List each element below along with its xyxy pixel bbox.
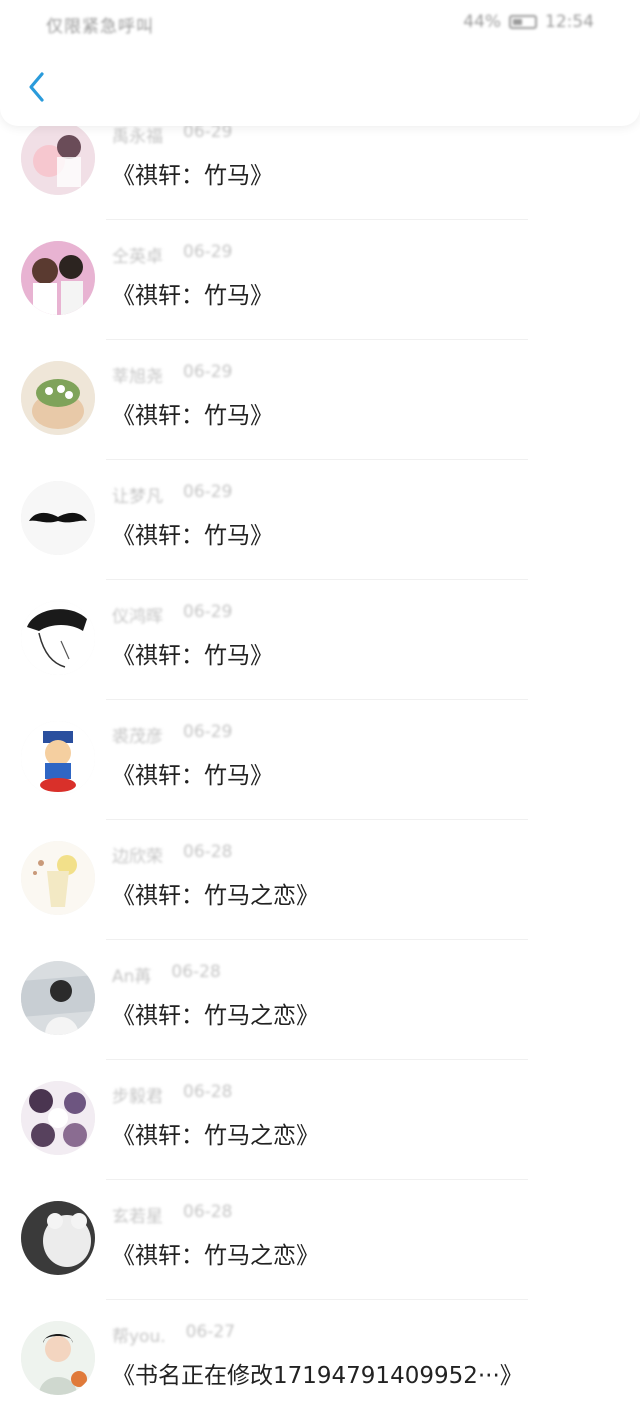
message-text: 《祺轩：竹马之恋》 <box>112 1123 319 1149</box>
avatar[interactable] <box>21 721 95 795</box>
avatar[interactable] <box>21 601 95 675</box>
message-date: 06-29 <box>183 722 233 742</box>
sender-name: 让梦凡 <box>112 487 163 507</box>
item-meta: 让梦凡 06-29 <box>112 482 232 507</box>
avatar[interactable] <box>21 121 95 195</box>
list-item[interactable]: 裘茂彦 06-29 《祺轩：竹马》 <box>0 700 640 820</box>
message-text: 《祺轩：竹马》 <box>112 523 273 549</box>
item-meta: An苒 06-28 <box>112 962 221 987</box>
list-item[interactable]: 让梦凡 06-29 《祺轩：竹马》 <box>0 460 640 580</box>
sender-name: An苒 <box>112 967 152 987</box>
avatar[interactable] <box>21 481 95 555</box>
message-text: 《祺轩：竹马》 <box>112 403 273 429</box>
message-text: 《祺轩：竹马》 <box>112 763 273 789</box>
item-meta: 玄若星 06-28 <box>112 1202 232 1227</box>
message-date: 06-28 <box>171 962 221 982</box>
sender-name: 仪鸿晖 <box>112 607 163 627</box>
item-meta: 裘茂彦 06-29 <box>112 722 232 747</box>
message-text: 《祺轩：竹马》 <box>112 283 273 309</box>
list-item[interactable]: 步毅君 06-28 《祺轩：竹马之恋》 <box>0 1060 640 1180</box>
message-date: 06-29 <box>183 482 233 502</box>
message-date: 06-28 <box>183 1082 233 1102</box>
list-item[interactable]: 仝英卓 06-29 《祺轩：竹马》 <box>0 220 640 340</box>
avatar[interactable] <box>21 961 95 1035</box>
sender-name: 帮you. <box>112 1327 166 1347</box>
avatar[interactable] <box>21 841 95 915</box>
message-list: 禹永福 06-29 《祺轩：竹马》 仝英卓 06-29 《祺轩：竹马》 莘旭尧 … <box>0 100 640 1420</box>
message-date: 06-28 <box>183 1202 233 1222</box>
item-meta: 帮you. 06-27 <box>112 1322 235 1347</box>
list-item[interactable]: 玄若星 06-28 《祺轩：竹马之恋》 <box>0 1180 640 1300</box>
avatar[interactable] <box>21 1201 95 1275</box>
list-item[interactable]: An苒 06-28 《祺轩：竹马之恋》 <box>0 940 640 1060</box>
list-item[interactable]: 仪鸿晖 06-29 《祺轩：竹马》 <box>0 580 640 700</box>
avatar[interactable] <box>21 241 95 315</box>
message-date: 06-28 <box>183 842 233 862</box>
message-text: 《祺轩：竹马之恋》 <box>112 1243 319 1269</box>
avatar[interactable] <box>21 1081 95 1155</box>
message-date: 06-27 <box>185 1322 236 1342</box>
list-item[interactable]: 帮you. 06-27 《书名正在修改17194791409952···》 <box>0 1300 640 1420</box>
clock: 12:54 <box>545 12 594 32</box>
message-text: 《祺轩：竹马之恋》 <box>112 883 319 909</box>
avatar[interactable] <box>21 361 95 435</box>
message-text: 《书名正在修改17194791409952···》 <box>112 1363 523 1389</box>
sender-name: 裘茂彦 <box>112 727 163 747</box>
list-item[interactable]: 莘旭尧 06-29 《祺轩：竹马》 <box>0 340 640 460</box>
sender-name: 边欣荣 <box>112 847 163 867</box>
message-text: 《祺轩：竹马》 <box>112 643 273 669</box>
message-date: 06-29 <box>183 362 233 382</box>
avatar[interactable] <box>21 1321 95 1395</box>
message-date: 06-29 <box>183 602 233 622</box>
carrier-text: 仅限紧急呼叫 <box>46 17 154 37</box>
item-meta: 边欣荣 06-28 <box>112 842 232 867</box>
sender-name: 玄若星 <box>112 1207 163 1227</box>
list-item[interactable]: 边欣荣 06-28 《祺轩：竹马之恋》 <box>0 820 640 940</box>
sender-name: 步毅君 <box>112 1087 163 1107</box>
back-button[interactable] <box>20 70 54 104</box>
battery-icon <box>509 15 537 29</box>
battery-percent: 44% <box>463 12 501 32</box>
item-meta: 莘旭尧 06-29 <box>112 362 232 387</box>
sender-name: 莘旭尧 <box>112 367 163 387</box>
sender-name: 仝英卓 <box>112 247 163 267</box>
message-date: 06-29 <box>183 242 233 262</box>
item-meta: 仪鸿晖 06-29 <box>112 602 232 627</box>
header-bar <box>0 46 640 126</box>
status-right: 44% 12:54 <box>463 12 594 32</box>
status-bar: 仅限紧急呼叫 44% 12:54 <box>0 0 640 46</box>
message-text: 《祺轩：竹马》 <box>112 163 273 189</box>
chevron-left-icon <box>29 72 44 102</box>
message-text: 《祺轩：竹马之恋》 <box>112 1003 319 1029</box>
item-meta: 步毅君 06-28 <box>112 1082 232 1107</box>
item-meta: 仝英卓 06-29 <box>112 242 232 267</box>
